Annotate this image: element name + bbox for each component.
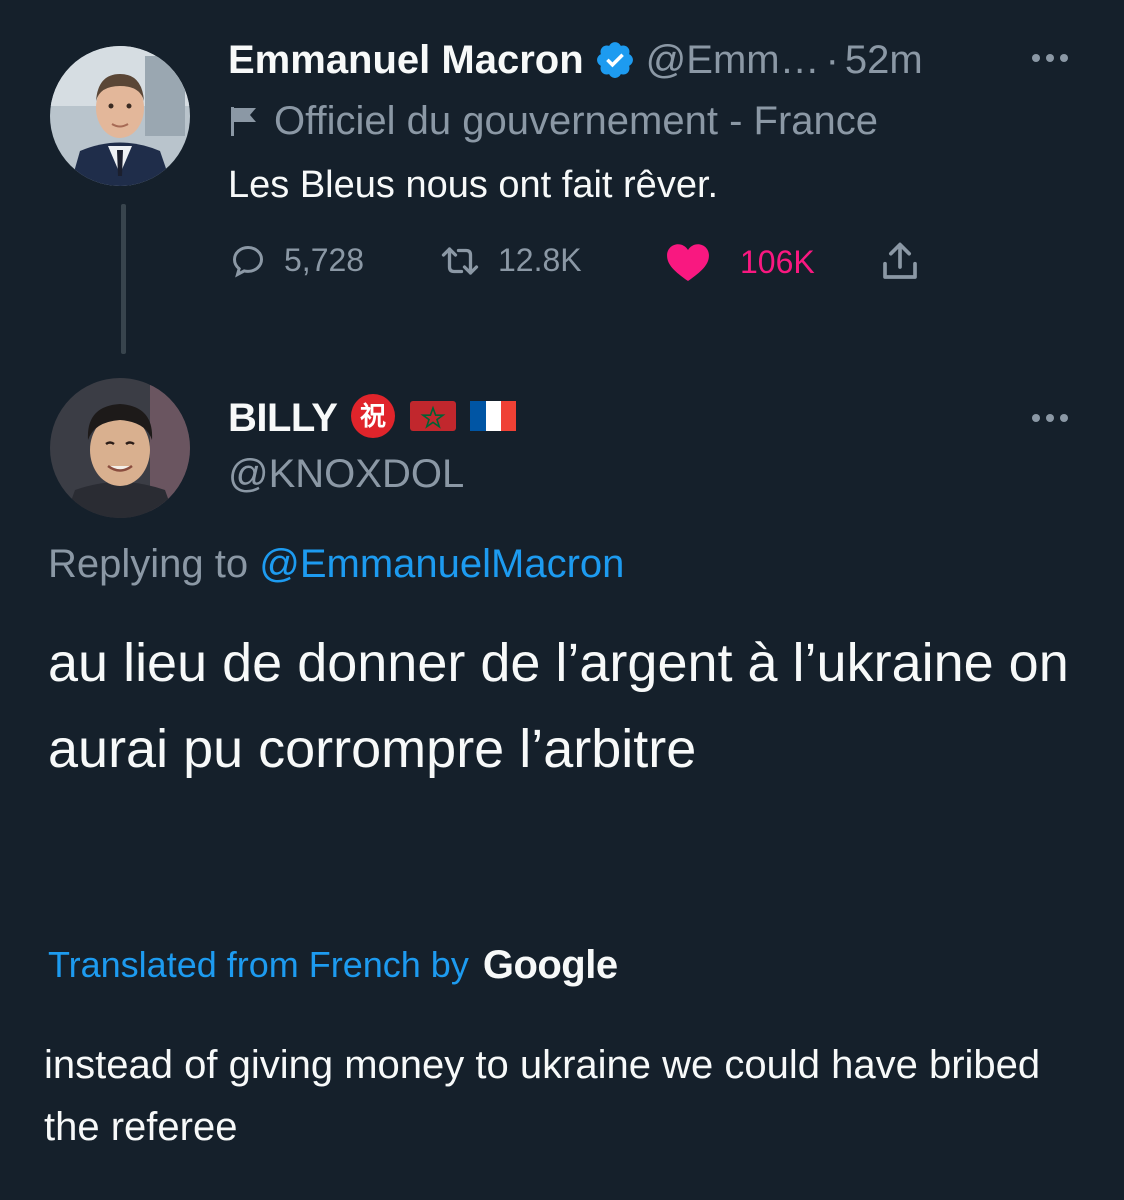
retweet-icon bbox=[441, 246, 479, 275]
replying-to-handle-link[interactable]: @EmmanuelMacron bbox=[259, 542, 624, 586]
tweet2-translation: instead of giving money to ukraine we co… bbox=[44, 1043, 1041, 1149]
tweet2-handle[interactable]: @KNOXDOL bbox=[228, 452, 464, 497]
replying-to-prefix: Replying to bbox=[48, 542, 249, 586]
government-flag-icon bbox=[231, 107, 256, 136]
like-button[interactable]: 106K bbox=[664, 242, 815, 282]
congratulation-glyph: 祝 bbox=[360, 402, 386, 432]
retweet-count: 12.8K bbox=[498, 242, 582, 278]
like-count: 106K bbox=[740, 243, 815, 280]
thread-connector-line bbox=[121, 204, 126, 354]
government-label[interactable]: Officiel du gouvernement - France bbox=[228, 96, 878, 146]
macron-avatar[interactable] bbox=[50, 46, 190, 186]
reply-button[interactable]: 5,728 bbox=[230, 242, 364, 279]
replying-to-line: Replying to @EmmanuelMacron bbox=[48, 542, 624, 587]
translation-attribution[interactable]: Translated from French by Google bbox=[48, 940, 618, 990]
more-icon[interactable] bbox=[1022, 38, 1078, 78]
share-icon bbox=[883, 242, 917, 279]
government-label-text: Officiel du gouvernement - France bbox=[274, 98, 879, 143]
tweet1-separator: · bbox=[825, 37, 839, 82]
tweet2-header: BILLY 祝 bbox=[228, 390, 517, 446]
verified-badge-icon bbox=[596, 42, 633, 78]
tweet1-text: Les Bleus nous ont fait rêver. bbox=[228, 164, 719, 206]
more-icon[interactable] bbox=[1022, 398, 1078, 438]
tweet2-text: au lieu de donner de l’argent à l’ukrain… bbox=[48, 633, 1069, 779]
translated-from-label[interactable]: Translated from French by bbox=[48, 944, 469, 986]
reply-count: 5,728 bbox=[284, 242, 365, 278]
billy-avatar[interactable] bbox=[50, 378, 190, 518]
congratulation-emoji: 祝 bbox=[349, 392, 397, 445]
reply-icon bbox=[232, 245, 264, 277]
tweet2-author-name[interactable]: BILLY bbox=[228, 396, 338, 441]
tweet1-handle[interactable]: @Emm… bbox=[646, 38, 820, 83]
france-flag-emoji bbox=[469, 399, 517, 438]
share-button[interactable] bbox=[880, 240, 920, 284]
tweet1-header: Emmanuel Macron @Emm… · 52m bbox=[228, 32, 923, 88]
retweet-button[interactable]: 12.8K bbox=[440, 242, 582, 279]
tweet1-author-name[interactable]: Emmanuel Macron bbox=[228, 38, 584, 83]
google-logo: Google bbox=[482, 942, 618, 987]
tweet1-timestamp[interactable]: 52m bbox=[845, 38, 923, 83]
like-icon bbox=[667, 244, 709, 282]
morocco-flag-emoji bbox=[409, 399, 457, 438]
